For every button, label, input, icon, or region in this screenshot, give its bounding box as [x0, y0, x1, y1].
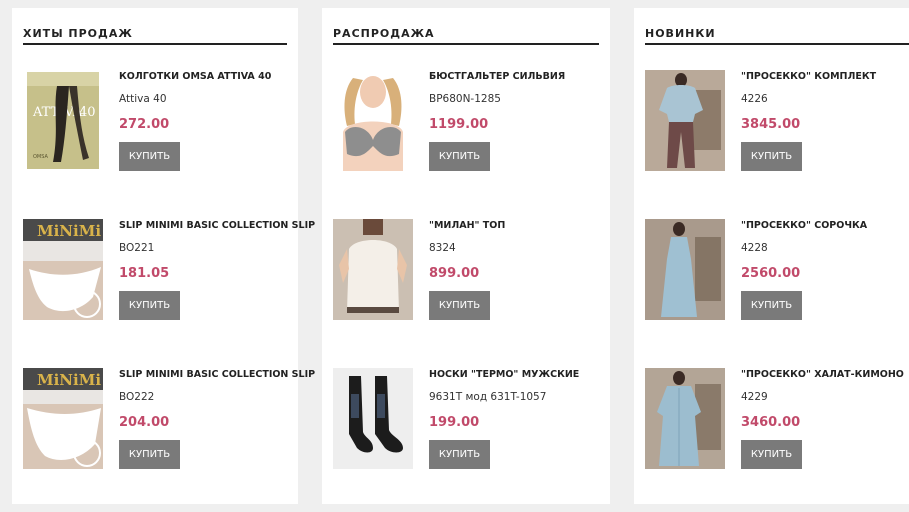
product-name[interactable]: "ПРОСЕККО" СОРОЧКА	[741, 220, 867, 231]
column-title: ХИТЫ ПРОДАЖ	[23, 27, 133, 40]
product-image-briefs[interactable]: MiNiMi	[23, 219, 103, 320]
product-price: 2560.00	[741, 266, 801, 281]
product-name[interactable]: "ПРОСЕККО" ХАЛАТ-КИМОНО	[741, 369, 904, 380]
product-card: "ПРОСЕККО" ХАЛАТ-КИМОНО 4229 3460.00 КУП…	[645, 368, 909, 469]
product-price: 204.00	[119, 415, 170, 430]
column-new: НОВИНКИ "ПРОСЕККО" КОМПЛЕКТ 4226 3845.00…	[634, 8, 909, 504]
buy-button[interactable]: КУПИТЬ	[429, 291, 490, 320]
product-image-top[interactable]	[333, 219, 413, 320]
product-sku: 4228	[741, 242, 768, 254]
minimi-logo: MiNiMi	[37, 222, 101, 240]
buy-button[interactable]: КУПИТЬ	[741, 440, 802, 469]
product-name[interactable]: КОЛГОТКИ OMSA ATTIVA 40	[119, 71, 271, 82]
column-bestsellers: ХИТЫ ПРОДАЖ ATTIVA 40 OMSA КОЛГОТКИ OMSA…	[12, 8, 315, 504]
divider	[23, 43, 287, 45]
buy-button[interactable]: КУПИТЬ	[119, 142, 180, 171]
product-price: 3845.00	[741, 117, 801, 132]
buy-button[interactable]: КУПИТЬ	[429, 440, 490, 469]
product-image-socks[interactable]	[333, 368, 413, 469]
product-sku: 8324	[429, 242, 456, 254]
product-sku: BO221	[119, 242, 155, 254]
product-card: ATTIVA 40 OMSA КОЛГОТКИ OMSA ATTIVA 40 A…	[23, 70, 323, 171]
product-sku: BO222	[119, 391, 155, 403]
product-name[interactable]: "МИЛАН" ТОП	[429, 220, 505, 231]
product-image-nightgown[interactable]	[645, 219, 725, 320]
product-card: "ПРОСЕККО" СОРОЧКА 4228 2560.00 КУПИТЬ	[645, 219, 909, 320]
product-name[interactable]: "ПРОСЕККО" КОМПЛЕКТ	[741, 71, 876, 82]
column-title: РАСПРОДАЖА	[333, 27, 435, 40]
product-name[interactable]: БЮСТГАЛЬТЕР СИЛЬВИЯ	[429, 71, 565, 82]
product-price: 3460.00	[741, 415, 801, 430]
product-sku: Attiva 40	[119, 93, 167, 105]
product-image-tights[interactable]: ATTIVA 40 OMSA	[23, 70, 103, 171]
column-title: НОВИНКИ	[645, 27, 716, 40]
product-sku: 9631T мод 631T-1057	[429, 391, 547, 403]
product-card: MiNiMi SLIP MINIMI BASIC COLLECTION SLIP…	[23, 368, 323, 469]
product-image-pajama-set[interactable]	[645, 70, 725, 171]
product-name[interactable]: SLIP MINIMI BASIC COLLECTION SLIP	[119, 369, 315, 380]
product-card: MiNiMi SLIP MINIMI BASIC COLLECTION SLIP…	[23, 219, 323, 320]
product-card: "ПРОСЕККО" КОМПЛЕКТ 4226 3845.00 КУПИТЬ	[645, 70, 909, 171]
product-card: "МИЛАН" ТОП 8324 899.00 КУПИТЬ	[333, 219, 633, 320]
product-price: 199.00	[429, 415, 480, 430]
product-sku: BP680N-1285	[429, 93, 501, 105]
product-card: БЮСТГАЛЬТЕР СИЛЬВИЯ BP680N-1285 1199.00 …	[333, 70, 633, 171]
column-sale: РАСПРОДАЖА БЮСТГАЛЬТЕР СИЛЬВИЯ BP680N-12…	[322, 8, 610, 504]
svg-text:OMSA: OMSA	[33, 154, 49, 160]
svg-text:40: 40	[79, 105, 96, 120]
buy-button[interactable]: КУПИТЬ	[119, 291, 180, 320]
product-price: 899.00	[429, 266, 480, 281]
divider	[333, 43, 599, 45]
buy-button[interactable]: КУПИТЬ	[119, 440, 180, 469]
minimi-logo: MiNiMi	[37, 371, 101, 389]
product-image-briefs[interactable]: MiNiMi	[23, 368, 103, 469]
product-sku: 4229	[741, 391, 768, 403]
product-card: НОСКИ "ТЕРМО" МУЖСКИЕ 9631T мод 631T-105…	[333, 368, 633, 469]
buy-button[interactable]: КУПИТЬ	[741, 291, 802, 320]
product-name[interactable]: SLIP MINIMI BASIC COLLECTION SLIP	[119, 220, 315, 231]
product-price: 1199.00	[429, 117, 489, 132]
product-image-bra[interactable]	[333, 70, 413, 171]
buy-button[interactable]: КУПИТЬ	[741, 142, 802, 171]
buy-button[interactable]: КУПИТЬ	[429, 142, 490, 171]
product-name[interactable]: НОСКИ "ТЕРМО" МУЖСКИЕ	[429, 369, 579, 380]
product-price: 181.05	[119, 266, 170, 281]
product-price: 272.00	[119, 117, 170, 132]
product-sku: 4226	[741, 93, 768, 105]
divider	[645, 43, 909, 45]
product-image-kimono[interactable]	[645, 368, 725, 469]
